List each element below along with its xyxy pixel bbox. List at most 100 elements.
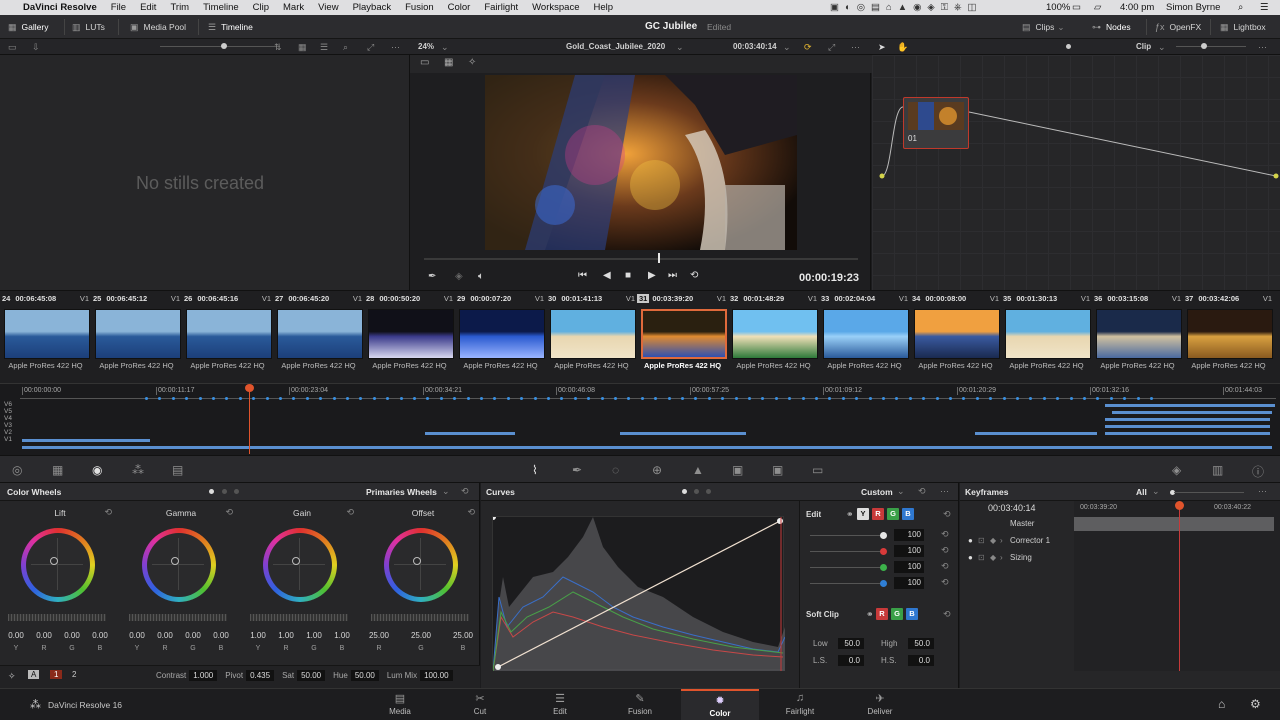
hs-field[interactable]: 0.0 <box>908 655 934 666</box>
clip-marker[interactable] <box>212 397 215 400</box>
page-tab-fairlight[interactable]: ♫ Fairlight <box>761 689 839 720</box>
page-tab-cut[interactable]: ✂ Cut <box>441 689 519 720</box>
wheel-value[interactable]: 1.00 <box>330 631 354 640</box>
chevron-right-icon[interactable]: › <box>1000 550 1003 566</box>
intensity-field[interactable]: 100 <box>894 545 924 557</box>
app-menu[interactable]: DaVinci Resolve <box>16 0 104 15</box>
clip-marker[interactable] <box>507 397 510 400</box>
go-to-start-icon[interactable]: ⏮︎ <box>578 270 587 281</box>
timeline-clip-bar[interactable] <box>22 446 1272 449</box>
clip-marker[interactable] <box>761 397 764 400</box>
sort-icon[interactable]: ⇅ <box>274 39 282 55</box>
keyframes-icon[interactable]: ◈ <box>1172 463 1181 477</box>
fullscreen-icon[interactable]: ⤢ <box>828 39 835 55</box>
page-dot[interactable] <box>222 489 227 494</box>
clip-marker[interactable] <box>587 397 590 400</box>
wheel-handle[interactable] <box>413 557 421 565</box>
clip-card[interactable]: 24 00:06:45:08 V1 Apple ProRes 422 HQ <box>0 291 91 384</box>
sat-field[interactable]: 50.00 <box>297 670 326 681</box>
more-options-icon[interactable]: ⋯ <box>940 486 949 497</box>
clip-marker[interactable] <box>560 397 563 400</box>
menu-trim[interactable]: Trim <box>163 0 196 15</box>
diamond-icon[interactable]: ◆ <box>990 550 996 566</box>
clip-card[interactable]: 27 00:06:45:20 V1 Apple ProRes 422 HQ <box>273 291 364 384</box>
expand-icon[interactable]: ⤢ <box>367 39 374 55</box>
menu-color[interactable]: Color <box>441 0 478 15</box>
chevron-down-icon[interactable]: ⌄ <box>783 39 791 55</box>
lightbox-button[interactable]: ▦ Lightbox <box>1220 15 1266 39</box>
reset-icon[interactable]: ⟲ <box>346 507 354 518</box>
timeline-name[interactable]: Gold_Coast_Jubilee_2020 <box>566 39 665 55</box>
keyframe-row-sizing[interactable]: ● ⊡ ◆ › Sizing <box>960 550 1280 566</box>
clip-card[interactable]: 29 00:00:07:20 V1 Apple ProRes 422 HQ <box>455 291 546 384</box>
intensity-slider[interactable] <box>810 551 882 552</box>
page-dot[interactable] <box>706 489 711 494</box>
wheel-value[interactable]: 1.00 <box>246 631 270 640</box>
clip-marker[interactable] <box>333 397 336 400</box>
timeline-playhead[interactable] <box>249 388 250 454</box>
timeline-clip-bar[interactable] <box>1105 418 1270 421</box>
info-icon[interactable]: ⓘ <box>1252 463 1264 480</box>
clip-marker[interactable] <box>413 397 416 400</box>
master-wheel-jog[interactable] <box>129 614 227 621</box>
sizing-icon[interactable]: ▭ <box>812 463 823 477</box>
source-timecode[interactable]: 00:03:40:14 <box>733 39 777 55</box>
clip-marker[interactable] <box>802 397 805 400</box>
clip-thumbnail[interactable] <box>732 309 818 359</box>
reset-icon[interactable]: ⟲ <box>461 486 469 497</box>
gallery-button[interactable]: ▦ Gallery <box>8 15 48 39</box>
highlight-icon[interactable]: ✧ <box>468 57 476 68</box>
clip-card[interactable]: 34 00:00:08:00 V1 Apple ProRes 422 HQ <box>910 291 1001 384</box>
ls-field[interactable]: 0.0 <box>838 655 864 666</box>
play-icon[interactable]: ▶ <box>648 270 656 281</box>
clip-marker[interactable] <box>1137 397 1140 400</box>
clip-marker[interactable] <box>654 397 657 400</box>
magic-mask-icon[interactable]: ▲ <box>692 463 704 477</box>
clock[interactable]: 4:00 pm <box>1120 0 1154 15</box>
color-wheel[interactable] <box>263 528 337 602</box>
reverse-play-icon[interactable]: ◀ <box>603 270 611 281</box>
clip-marker[interactable] <box>735 397 738 400</box>
clip-marker[interactable] <box>815 397 818 400</box>
node-editor[interactable]: 01 <box>872 55 1280 290</box>
more-options-icon[interactable]: ⋯ <box>851 39 860 55</box>
reset-icon[interactable]: ⟲ <box>943 609 951 620</box>
clip-marker[interactable] <box>158 397 161 400</box>
clip-marker[interactable] <box>601 397 604 400</box>
refresh-icon[interactable]: ⟳ <box>804 39 812 55</box>
clip-thumbnail[interactable] <box>4 309 90 359</box>
clip-thumbnail[interactable] <box>1187 309 1273 359</box>
camera-raw-icon[interactable]: ◎ <box>12 463 22 477</box>
channel-g-button[interactable]: G <box>891 608 903 620</box>
clip-marker[interactable] <box>855 397 858 400</box>
page-tab-fusion[interactable]: ✎ Fusion <box>601 689 679 720</box>
clip-thumbnail[interactable] <box>550 309 636 359</box>
clip-thumbnail[interactable] <box>186 309 272 359</box>
clip-marker[interactable] <box>936 397 939 400</box>
key-icon[interactable]: ▣ <box>772 463 783 477</box>
link-icon[interactable]: ⚭ <box>846 509 854 520</box>
chevron-down-icon[interactable]: ⌄ <box>441 39 449 55</box>
layers-icon[interactable]: ◈ <box>455 271 463 282</box>
diamond-icon[interactable]: ◆ <box>990 533 996 549</box>
hue-field[interactable]: 50.00 <box>350 670 379 681</box>
clip-marker[interactable] <box>1016 397 1019 400</box>
wheel-value[interactable]: 0.00 <box>181 631 205 640</box>
chevron-down-icon[interactable]: ⌄ <box>1158 39 1166 55</box>
timeline-clip-bar[interactable] <box>1105 425 1270 428</box>
clip-marker[interactable] <box>574 397 577 400</box>
clip-marker[interactable] <box>909 397 912 400</box>
audio-icon[interactable]: 🔈︎ <box>478 271 484 282</box>
clip-marker[interactable] <box>882 397 885 400</box>
clip-card[interactable]: 31 00:03:39:20 V1 Apple ProRes 422 HQ <box>637 291 728 384</box>
clip-marker[interactable] <box>547 397 550 400</box>
timeline-clip-bar[interactable] <box>1112 411 1272 414</box>
clip-marker[interactable] <box>842 397 845 400</box>
airplay-icon[interactable]: ▱ <box>1094 0 1101 15</box>
viewer-frame[interactable] <box>485 75 797 250</box>
low-field[interactable]: 50.0 <box>838 638 864 649</box>
reset-icon[interactable]: ⟲ <box>941 577 949 588</box>
clip-marker[interactable] <box>1056 397 1059 400</box>
clip-marker[interactable] <box>1096 397 1099 400</box>
timeline-clip-bar[interactable] <box>1105 432 1270 435</box>
